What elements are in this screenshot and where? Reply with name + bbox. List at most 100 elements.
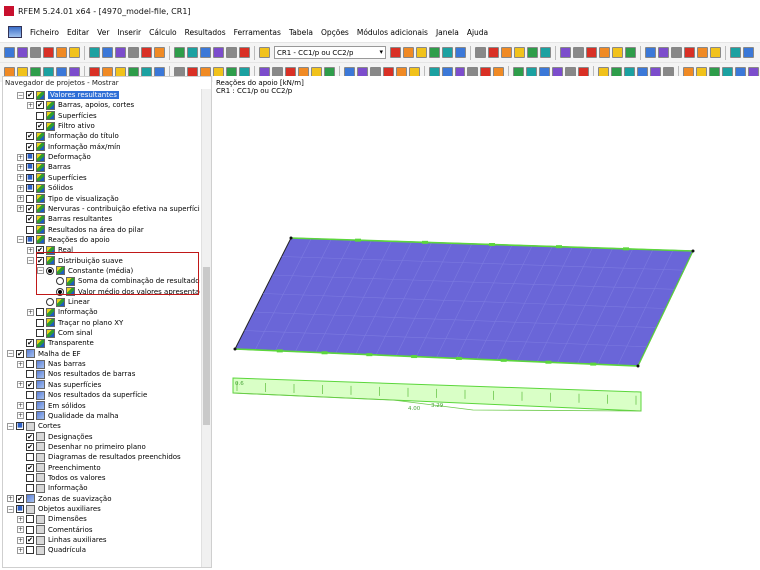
toolbar-tool-icon[interactable] [56, 47, 67, 58]
expand-icon[interactable]: + [17, 536, 24, 544]
toolbar-tool-icon[interactable] [403, 47, 414, 58]
model-drawing[interactable]: 0.6 4.00 3.29 [213, 76, 760, 570]
menu-item-7[interactable]: Tabela [289, 28, 313, 37]
checkbox[interactable] [26, 391, 34, 400]
checkbox[interactable] [26, 194, 34, 203]
toolbar-tool-icon[interactable] [612, 47, 623, 58]
checkbox[interactable]: ■ [26, 173, 34, 182]
checkbox[interactable]: ✔ [26, 204, 34, 213]
menu-item-3[interactable]: Inserir [117, 28, 141, 37]
expand-icon[interactable]: + [17, 205, 24, 213]
tree-item[interactable]: − ✔ Valores resultantes [17, 90, 119, 100]
checkbox[interactable]: ■ [26, 184, 34, 193]
tree-item[interactable]: Com sinal [27, 328, 92, 338]
toolbar-tool-icon[interactable] [586, 47, 597, 58]
tree-item[interactable]: − ✔ Distribuição suave [27, 256, 123, 266]
radio-button[interactable] [56, 287, 64, 296]
expand-icon[interactable]: + [7, 495, 14, 503]
expand-icon[interactable]: + [17, 174, 24, 182]
collapse-icon[interactable]: − [17, 91, 24, 99]
checkbox[interactable] [36, 111, 44, 120]
toolbar-tool-icon[interactable] [30, 47, 41, 58]
radio-button[interactable] [56, 277, 64, 286]
checkbox[interactable]: ✔ [26, 380, 34, 389]
toolbar-tool-icon[interactable] [174, 47, 185, 58]
toolbar-tool-icon[interactable] [488, 47, 499, 58]
toolbar-tool-icon[interactable] [239, 47, 250, 58]
tree-item[interactable]: − ■ Reações do apoio [17, 235, 110, 245]
checkbox[interactable] [26, 360, 34, 369]
checkbox[interactable]: ✔ [36, 122, 44, 131]
document-icon[interactable] [8, 26, 22, 38]
menu-item-10[interactable]: Janela [436, 28, 459, 37]
menu-item-9[interactable]: Módulos adicionais [357, 28, 428, 37]
tree-item[interactable]: + ■ Superfícies [17, 173, 87, 183]
collapse-icon[interactable]: − [7, 505, 14, 513]
menu-item-11[interactable]: Ajuda [467, 28, 488, 37]
expand-icon[interactable]: + [17, 412, 24, 420]
checkbox[interactable]: ✔ [36, 256, 44, 265]
toolbar-tool-icon[interactable] [4, 47, 15, 58]
expand-icon[interactable]: + [17, 402, 24, 409]
checkbox[interactable]: ✔ [26, 536, 34, 545]
tree-item[interactable]: + ■ Sólidos [17, 183, 73, 193]
tree-item[interactable]: + Nas barras [17, 359, 86, 369]
toolbar-tool-icon[interactable] [527, 47, 538, 58]
tree-item[interactable]: Nos resultados da superfície [17, 390, 147, 400]
tree-item[interactable]: + Quadrícula [17, 545, 86, 555]
toolbar-tool-icon[interactable] [560, 47, 571, 58]
expand-icon[interactable]: + [17, 184, 24, 192]
expand-icon[interactable]: + [17, 381, 24, 389]
collapse-icon[interactable]: − [7, 422, 14, 430]
checkbox[interactable]: ✔ [36, 246, 44, 255]
tree-item[interactable]: + ■ Barras [17, 162, 71, 172]
toolbar-tool-icon[interactable] [115, 47, 126, 58]
tree-item[interactable]: Informação [17, 483, 88, 493]
tree-item[interactable]: + Informação [27, 307, 98, 317]
tree-item[interactable]: ✔ Transparente [17, 338, 94, 348]
tree-item[interactable]: + Dimensões [17, 514, 87, 524]
toolbar-tool-icon[interactable] [141, 47, 152, 58]
checkbox[interactable]: ✔ [26, 339, 34, 348]
tree-item[interactable]: + ✔ Nervuras - contribuição efetiva na sup… [17, 204, 200, 214]
tree-item[interactable]: Todos os valores [17, 473, 105, 483]
menu-item-8[interactable]: Opções [321, 28, 349, 37]
tree-item[interactable]: Valor médio dos valores apresentados [47, 287, 200, 297]
tree-item[interactable]: ✔ Preenchimento [17, 463, 101, 473]
tree-item[interactable]: + ■ Deformação [17, 152, 91, 162]
toolbar-tool-icon[interactable] [17, 47, 28, 58]
load-case-select[interactable]: CR1 - CC1/p ou CC2/p ▾ [274, 46, 386, 59]
toolbar-tool-icon[interactable] [390, 47, 401, 58]
expand-icon[interactable]: + [17, 526, 24, 534]
checkbox[interactable]: ✔ [26, 91, 34, 99]
tree-item[interactable]: + Qualidade da malha [17, 411, 119, 421]
toolbar-tool-icon[interactable] [501, 47, 512, 58]
scrollbar-thumb[interactable] [203, 267, 210, 425]
toolbar-tool-icon[interactable] [89, 47, 100, 58]
toolbar-tool-icon[interactable] [684, 47, 695, 58]
expand-icon[interactable]: + [17, 515, 24, 523]
expand-icon[interactable]: + [17, 360, 24, 368]
toolbar-tool-icon[interactable] [743, 47, 754, 58]
toolbar-tool-icon[interactable] [658, 47, 669, 58]
toolbar-tool-icon[interactable] [625, 47, 636, 58]
tree-item[interactable]: Linear [37, 297, 90, 307]
tree-item[interactable]: ✔ Designações [17, 432, 93, 442]
expand-icon[interactable]: + [17, 153, 24, 161]
checkbox[interactable]: ■ [26, 163, 34, 172]
expand-icon[interactable]: + [17, 163, 24, 171]
checkbox[interactable] [26, 411, 34, 420]
tree-item[interactable]: + Em sólidos [17, 401, 86, 411]
checkbox[interactable]: ✔ [26, 215, 34, 224]
collapse-icon[interactable]: − [37, 267, 44, 275]
expand-icon[interactable]: + [17, 546, 24, 554]
menu-item-6[interactable]: Ferramentas [234, 28, 281, 37]
toolbar-tool-icon[interactable] [442, 47, 453, 58]
checkbox[interactable] [26, 525, 34, 534]
tree-item[interactable]: ✔ Filtro ativo [27, 121, 95, 131]
checkbox[interactable]: ✔ [26, 142, 34, 151]
tree-item[interactable]: + ✔ Zonas de suavização [7, 494, 112, 504]
toolbar-tool-icon[interactable] [102, 47, 113, 58]
checkbox[interactable] [36, 318, 44, 327]
tree-item[interactable]: + ✔ Nas superfícies [17, 380, 101, 390]
